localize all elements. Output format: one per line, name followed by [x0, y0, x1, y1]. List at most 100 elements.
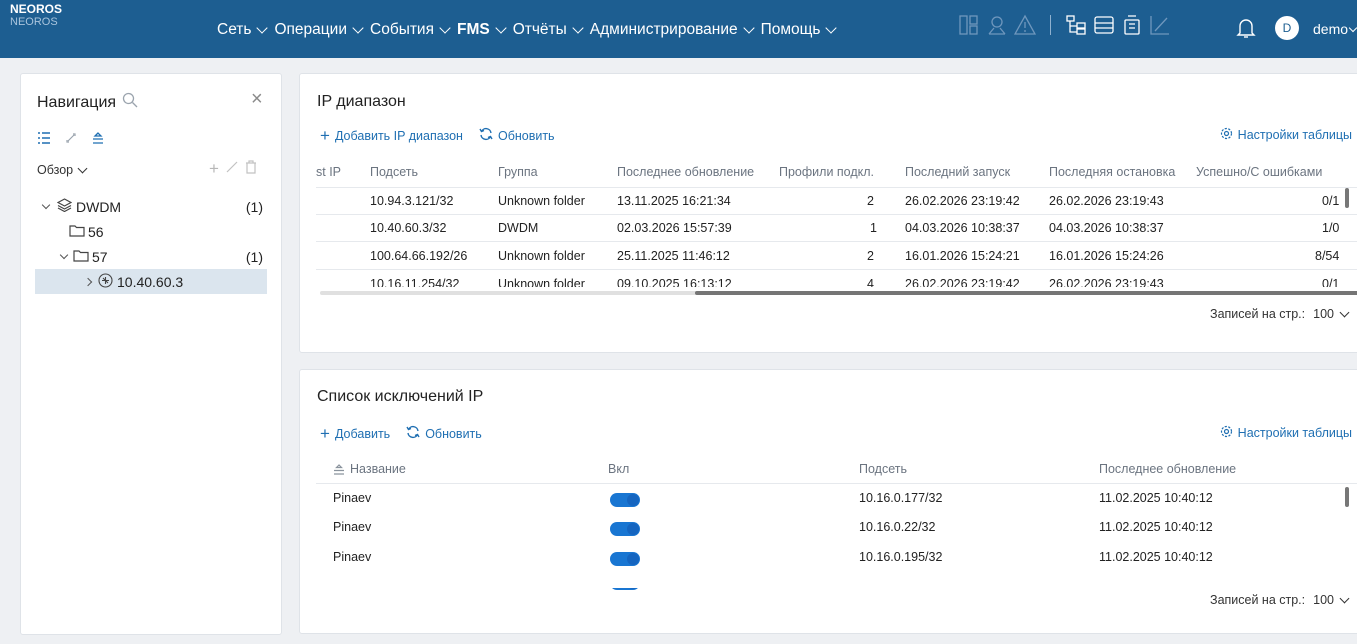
navigation-tree: DWDM (1) 56 57 (1) 10.40.60.3 [35, 194, 267, 294]
tree-node-device[interactable]: 10.40.60.3 [35, 269, 267, 294]
chevron-down-icon [1348, 23, 1357, 32]
table-settings-button[interactable]: Настройки таблицы [1220, 127, 1352, 143]
cell-last-stop: 26.02.2026 23:19:43 [1049, 194, 1164, 208]
user-menu[interactable]: demo [1313, 21, 1357, 37]
dashboard-icon[interactable] [958, 14, 980, 36]
brand-logo[interactable]: NEOROS NEOROS [10, 3, 62, 29]
sort-icon[interactable] [91, 132, 105, 147]
bell-icon[interactable] [1236, 17, 1256, 42]
chevron-down-icon [1339, 307, 1350, 317]
table-settings-button[interactable]: Настройки таблицы [1220, 425, 1352, 441]
exclusions-actions: + Добавить Обновить [320, 425, 482, 442]
cell-last-stop: 26.02.2026 23:19:43 [1049, 277, 1164, 287]
search-icon[interactable] [122, 92, 138, 113]
menu-help[interactable]: Помощь [761, 21, 838, 39]
add-ip-range-button[interactable]: + Добавить IP диапазон [320, 125, 463, 145]
chevron-down-icon [77, 163, 88, 173]
table-icon[interactable] [1093, 14, 1115, 36]
navigation-header: Навигация [37, 92, 138, 113]
chevron-down-icon[interactable] [41, 200, 51, 209]
chevron-down-icon [439, 21, 451, 34]
folder-icon [73, 249, 89, 265]
cell-last-start: 26.02.2026 23:19:42 [905, 277, 1020, 287]
enabled-toggle[interactable] [610, 493, 640, 507]
device-list-icon[interactable] [1121, 14, 1143, 36]
tree-node-label: 56 [88, 223, 104, 240]
exclusions-title: Список исключений IP [317, 388, 484, 405]
menu-network[interactable]: Сеть [217, 21, 269, 39]
ip-range-panel: IP диапазон + Добавить IP диапазон Обнови… [299, 73, 1357, 353]
scroll-fade [300, 574, 1357, 588]
add-exclusion-button[interactable]: + Добавить [320, 425, 390, 442]
cell-last-update: 13.11.2025 16:21:34 [617, 194, 731, 208]
plus-icon: + [320, 125, 330, 145]
chevron-right-icon[interactable] [83, 277, 93, 286]
column-header-last-update[interactable]: Последнее обновление [1099, 462, 1236, 476]
menu-administration[interactable]: Администрирование [590, 21, 755, 39]
column-header-subnet[interactable]: Подсеть [859, 462, 907, 476]
column-header-last-stop[interactable]: Последняя остановка [1049, 165, 1175, 179]
tree-node-count: (1) [245, 198, 263, 215]
tree-node-57[interactable]: 57 (1) [35, 244, 267, 269]
column-header-last-update[interactable]: Последнее обновление [617, 165, 754, 179]
close-icon[interactable]: × [251, 89, 263, 109]
cell-name: Pinaev [333, 491, 372, 505]
overview-dropdown[interactable]: Обзор [37, 163, 88, 177]
cell-last-start: 04.03.2026 10:38:37 [905, 221, 1020, 235]
cell-subnet: 10.40.60.3/32 [370, 221, 447, 235]
vertical-scrollbar[interactable] [1345, 487, 1349, 507]
tree-node-56[interactable]: 56 [35, 219, 267, 244]
cell-last-start: 26.02.2026 23:19:42 [905, 194, 1020, 208]
cell-last-start: 16.01.2026 15:24:21 [905, 249, 1020, 263]
refresh-button[interactable]: Обновить [479, 127, 555, 144]
add-icon[interactable]: + [209, 159, 219, 179]
edit-icon[interactable] [225, 159, 239, 179]
column-header-last-start[interactable]: Последний запуск [905, 165, 1010, 179]
column-header-name[interactable]: Название [333, 462, 406, 476]
horizontal-scrollbar[interactable] [320, 291, 1357, 295]
row-divider [316, 241, 1357, 242]
column-header-profiles[interactable]: Профили подкл. [779, 165, 874, 179]
menu-events[interactable]: События [370, 21, 451, 39]
tree-node-dwdm[interactable]: DWDM (1) [35, 194, 267, 219]
vertical-scrollbar[interactable] [1345, 188, 1349, 208]
delete-icon[interactable] [245, 159, 257, 179]
enabled-toggle[interactable] [610, 522, 640, 536]
page-size-select[interactable]: 100 [1313, 307, 1350, 321]
scrollbar-thumb[interactable] [695, 291, 1357, 295]
menu-operations[interactable]: Операции [274, 21, 364, 39]
column-header-subnet[interactable]: Подсеть [370, 165, 418, 179]
chevron-down-icon [1339, 593, 1350, 603]
chevron-down-icon[interactable] [59, 250, 69, 259]
menu-reports[interactable]: Отчёты [513, 21, 584, 39]
header-divider [316, 187, 1357, 188]
page-size-select[interactable]: 100 [1313, 593, 1350, 607]
avatar[interactable]: D [1275, 16, 1299, 40]
page-size-label: Записей на стр.: [1210, 307, 1306, 321]
enabled-toggle[interactable] [610, 552, 640, 566]
chart-icon[interactable] [1149, 14, 1171, 36]
cell-last-update: 11.02.2025 10:40:12 [1099, 550, 1213, 564]
folder-icon [69, 224, 85, 240]
list-view-icon[interactable] [37, 132, 51, 147]
column-header-success-errors[interactable]: Успешно/С ошибками [1196, 165, 1322, 179]
collapse-icon[interactable] [65, 132, 77, 147]
chevron-down-icon [495, 21, 507, 34]
column-header-group[interactable]: Группа [498, 165, 538, 179]
cell-last-stop: 16.01.2026 15:24:26 [1049, 249, 1164, 263]
column-header-enabled[interactable]: Вкл [608, 462, 629, 476]
hierarchy-icon[interactable] [1065, 14, 1087, 36]
gear-icon [1220, 425, 1233, 441]
layers-icon [56, 198, 73, 215]
refresh-button[interactable]: Обновить [406, 425, 482, 442]
navigation-toolbar [37, 132, 105, 147]
menu-fms[interactable]: FMS [457, 21, 507, 39]
column-header-start-ip[interactable]: st IP [316, 165, 341, 179]
cell-profiles: 2 [867, 249, 874, 263]
exclusions-pager: Записей на стр.: 100 [1210, 593, 1350, 607]
map-pin-icon[interactable] [986, 14, 1008, 36]
cell-subnet: 10.94.3.121/32 [370, 194, 454, 208]
tree-node-count: (1) [245, 248, 263, 265]
navigation-title: Навигация [37, 93, 117, 111]
alert-icon[interactable] [1014, 14, 1036, 36]
